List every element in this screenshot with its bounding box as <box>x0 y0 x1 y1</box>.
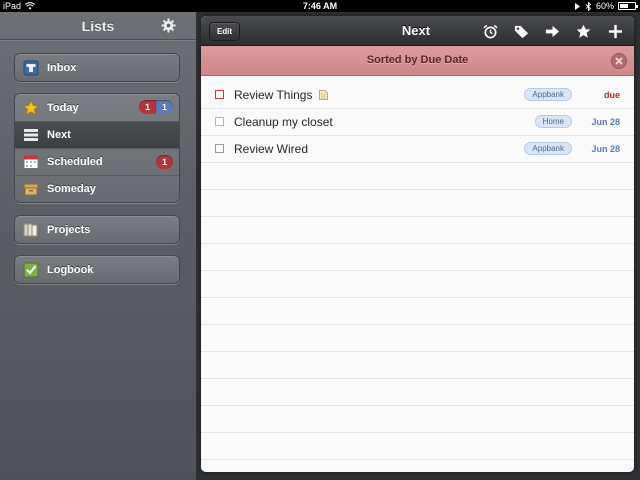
add-icon[interactable] <box>608 24 623 39</box>
main-panel: Edit Next Sorted by Due Date Review Thin… <box>201 16 634 472</box>
note-icon <box>319 89 329 100</box>
task-row[interactable]: Review Wired Appbank Jun 28 <box>201 135 634 162</box>
sidebar-item-label: Someday <box>47 183 96 195</box>
sidebar-item-label: Inbox <box>47 61 77 74</box>
sidebar-header: Lists <box>0 12 196 40</box>
task-title: Cleanup my closet <box>234 114 333 129</box>
toolbar: Edit Next <box>201 16 634 46</box>
task-checkbox[interactable] <box>215 144 224 153</box>
projects-group: Projects <box>14 215 180 244</box>
task-due: Jun 28 <box>591 116 620 127</box>
next-list-icon <box>24 129 38 141</box>
sidebar-item-scheduled[interactable]: Scheduled 1 <box>15 148 179 175</box>
close-icon[interactable] <box>611 53 627 69</box>
move-arrow-icon[interactable] <box>545 24 560 39</box>
logbook-group: Logbook <box>14 255 180 284</box>
sidebar: Lists Inbox Today 1 1 Next Scheduled 1 S… <box>0 12 196 480</box>
sidebar-item-label: Scheduled <box>47 156 103 168</box>
star-icon[interactable] <box>576 24 591 39</box>
sidebar-item-label: Next <box>47 129 71 141</box>
today-badges: 1 1 <box>139 100 173 114</box>
sidebar-item-projects[interactable]: Projects <box>15 216 179 243</box>
task-tag[interactable]: Appbank <box>524 88 572 101</box>
status-time: 7:46 AM <box>302 1 338 11</box>
sidebar-item-someday[interactable]: Someday <box>15 175 179 202</box>
task-title: Review Wired <box>234 141 309 156</box>
inbox-group: Inbox <box>14 53 180 82</box>
gear-icon[interactable] <box>161 18 176 33</box>
task-due: Jun 28 <box>591 143 620 154</box>
sidebar-item-next[interactable]: Next <box>15 121 179 148</box>
battery-fill <box>620 4 629 8</box>
task-checkbox[interactable] <box>215 117 224 126</box>
projects-icon <box>23 223 38 236</box>
task-checkbox[interactable] <box>215 90 224 99</box>
task-tag[interactable]: Appbank <box>524 142 572 155</box>
due-count-badge: 1 <box>139 100 156 114</box>
sort-label: Sorted by Due Date <box>366 54 469 66</box>
task-tag[interactable]: Home <box>534 115 572 128</box>
task-title: Review Things <box>234 87 313 102</box>
alarm-icon[interactable] <box>483 24 498 39</box>
task-row[interactable]: Review Things Appbank due <box>201 81 634 108</box>
box-icon <box>23 183 39 196</box>
battery-percentage: 60% <box>595 1 614 11</box>
calendar-icon <box>23 155 39 169</box>
sidebar-item-today[interactable]: Today 1 1 <box>15 94 179 121</box>
task-list: Review Things Appbank due Cleanup my clo… <box>201 81 634 472</box>
sidebar-item-label: Today <box>47 101 79 114</box>
sidebar-item-logbook[interactable]: Logbook <box>15 256 179 283</box>
inbox-icon <box>23 60 39 75</box>
sidebar-item-label: Projects <box>47 223 91 236</box>
focus-group: Today 1 1 Next Scheduled 1 Someday <box>14 93 180 203</box>
sidebar-item-inbox[interactable]: Inbox <box>15 54 179 81</box>
status-bar: iPad 7:46 AM 60% <box>0 0 640 12</box>
logbook-icon <box>23 262 39 277</box>
play-icon <box>574 2 580 10</box>
sort-banner: Sorted by Due Date <box>201 46 634 76</box>
tag-icon[interactable] <box>514 24 529 39</box>
scheduled-count-badge: 1 <box>156 155 173 169</box>
page-title: Next <box>401 23 431 38</box>
sidebar-item-label: Logbook <box>47 263 94 276</box>
task-due: due <box>603 89 620 100</box>
star-icon <box>23 99 39 115</box>
bluetooth-icon <box>585 1 592 11</box>
scheduled-badges: 1 <box>156 155 173 169</box>
task-count-badge: 1 <box>156 100 173 114</box>
edit-button[interactable]: Edit <box>209 22 240 41</box>
task-row[interactable]: Cleanup my closet Home Jun 28 <box>201 108 634 135</box>
battery-icon <box>618 2 638 10</box>
